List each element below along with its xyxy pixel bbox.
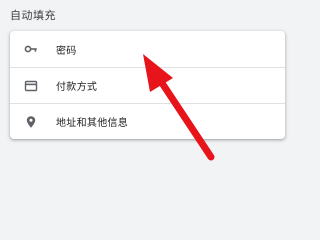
autofill-item-payment-methods[interactable]: 付款方式 bbox=[10, 67, 285, 103]
autofill-settings-page: 自动填充 密码 付款方式 地址和其他信息 bbox=[0, 0, 290, 201]
location-pin-icon bbox=[24, 115, 38, 129]
credit-card-icon bbox=[24, 79, 38, 93]
section-title: 自动填充 bbox=[10, 10, 56, 22]
key-icon bbox=[24, 42, 38, 56]
autofill-item-addresses[interactable]: 地址和其他信息 bbox=[10, 103, 285, 139]
autofill-item-label: 地址和其他信息 bbox=[56, 118, 129, 129]
autofill-item-label: 付款方式 bbox=[56, 82, 98, 93]
autofill-item-label: 密码 bbox=[56, 45, 77, 57]
autofill-item-passwords[interactable]: 密码 bbox=[10, 31, 285, 67]
autofill-card: 密码 付款方式 地址和其他信息 bbox=[10, 31, 285, 139]
